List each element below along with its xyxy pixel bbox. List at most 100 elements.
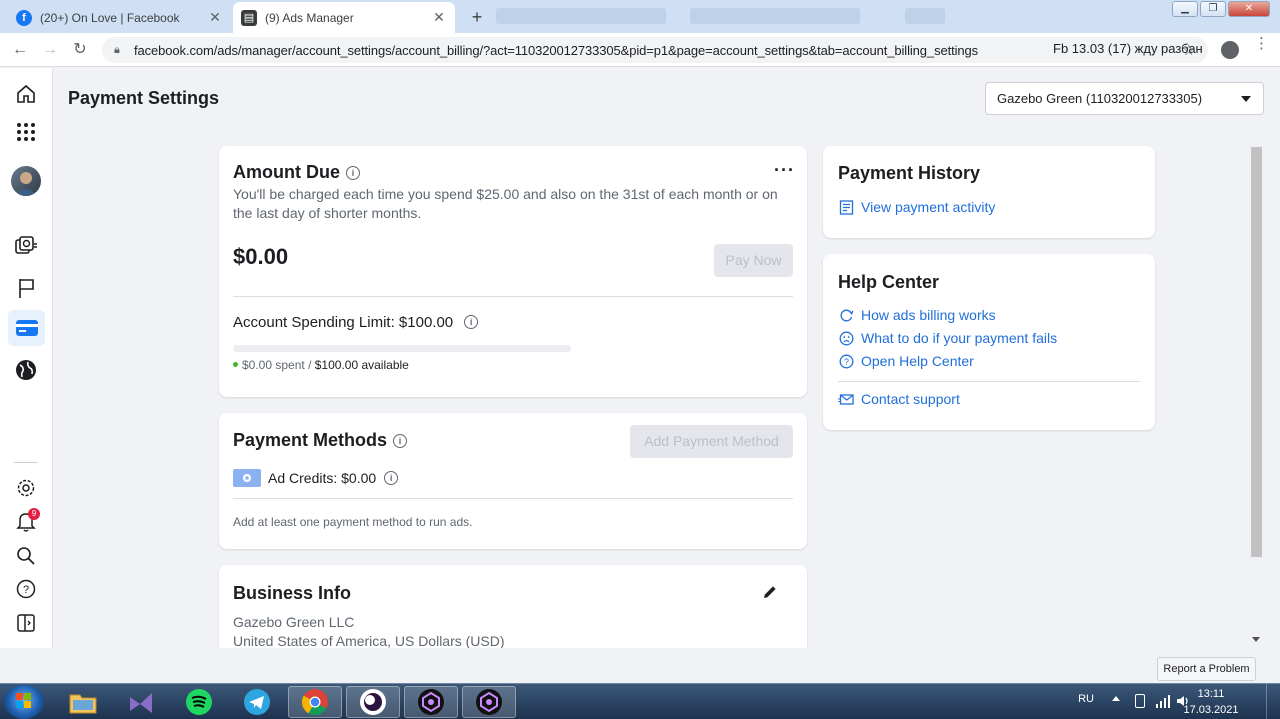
help-link-label: What to do if your payment fails <box>861 330 1058 346</box>
spending-summary: $0.00 spent / $100.00 available <box>233 358 409 372</box>
telegram-icon[interactable] <box>230 686 284 718</box>
help-link-open-help-center[interactable]: ? Open Help Center <box>838 353 974 369</box>
tab-title: (9) Ads Manager <box>265 10 354 25</box>
spent-status-dot <box>233 362 238 367</box>
reload-icon[interactable]: ↻ <box>70 40 90 60</box>
bookmark-label[interactable]: Fb 13.03 (17) жду разбан <box>1053 41 1203 56</box>
url-text: facebook.com/ads/manager/account_setting… <box>134 42 979 58</box>
input-language-indicator[interactable]: RU <box>1078 693 1094 705</box>
edit-pencil-icon[interactable] <box>762 584 778 605</box>
home-icon[interactable] <box>14 82 38 106</box>
browser-tab-strip: f (20+) On Love | Facebook ✕ ▤ (9) Ads M… <box>0 0 1280 33</box>
help-center-title: Help Center <box>838 272 940 292</box>
browser-menu-icon[interactable]: ⋮ <box>1254 36 1269 51</box>
taskbar-clock-time[interactable]: 13:11 <box>1182 688 1240 700</box>
profile-icon[interactable] <box>1221 41 1239 59</box>
amount-due-heading: Amount Due i <box>233 162 360 183</box>
spent-separator: / <box>308 358 312 372</box>
pages-flag-icon[interactable] <box>14 276 38 300</box>
spent-amount: $0.00 spent <box>242 358 305 372</box>
browser-tab-facebook[interactable]: f (20+) On Love | Facebook ✕ <box>8 2 231 33</box>
page-scrollbar[interactable] <box>1249 139 1263 648</box>
rail-divider <box>14 462 38 463</box>
receipt-icon <box>838 199 854 215</box>
notification-count-badge: 9 <box>28 508 40 520</box>
show-desktop-button[interactable] <box>1266 684 1280 719</box>
ads-manager-icon: ▤ <box>241 9 257 26</box>
info-icon[interactable]: i <box>393 434 408 448</box>
help-link-payment-fails[interactable]: What to do if your payment fails <box>838 330 1057 346</box>
help-link-billing-works[interactable]: How ads billing works <box>838 307 996 323</box>
help-icon[interactable]: ? <box>14 577 38 601</box>
view-payment-activity-link[interactable]: View payment activity <box>838 199 995 215</box>
add-payment-method-button[interactable]: Add Payment Method <box>630 425 793 458</box>
view-payment-activity-label: View payment activity <box>861 199 996 215</box>
info-icon[interactable]: i <box>346 166 360 180</box>
background-tab[interactable] <box>690 8 860 24</box>
payment-methods-title: Payment Methods <box>233 430 388 450</box>
apps-grid-icon[interactable] <box>14 120 38 144</box>
svg-text:?: ? <box>23 584 29 596</box>
help-link-label: How ads billing works <box>861 307 996 323</box>
business-location-currency: United States of America, US Dollars (US… <box>233 633 505 649</box>
windows-start-button[interactable] <box>4 685 44 719</box>
avatar[interactable] <box>11 166 41 196</box>
amount-due-title: Amount Due <box>233 162 340 182</box>
chevron-down-icon <box>1241 96 1251 102</box>
background-tab[interactable] <box>905 8 945 24</box>
scroll-down-arrow-icon[interactable] <box>1252 637 1260 642</box>
forward-arrow-icon[interactable]: → <box>40 40 60 60</box>
help-link-label: Open Help Center <box>861 353 974 369</box>
new-tab-button[interactable]: + <box>466 6 488 28</box>
report-a-problem-button[interactable]: Report a Problem <box>1157 657 1256 681</box>
close-tab-icon[interactable]: ✕ <box>207 9 223 26</box>
network-signal-icon[interactable] <box>1156 694 1170 713</box>
more-options-icon[interactable]: ··· <box>774 160 795 181</box>
toggle-panel-icon[interactable] <box>14 611 38 635</box>
facebook-icon: f <box>16 9 32 26</box>
address-bar[interactable]: 🔒︎ facebook.com/ads/manager/account_sett… <box>102 37 1208 63</box>
amount-due-card: Amount Due i ··· You'll be charged each t… <box>219 146 807 397</box>
spending-progress-bar <box>233 345 571 352</box>
business-info-title: Business Info <box>233 583 352 603</box>
globe-icon[interactable] <box>14 358 38 382</box>
anti-detect-browser-icon[interactable] <box>462 686 516 718</box>
spending-limit-label: Account Spending Limit: $100.00 <box>233 314 454 331</box>
divider <box>838 381 1140 382</box>
file-explorer-icon[interactable] <box>56 686 110 718</box>
question-circle-icon: ? <box>838 353 854 369</box>
refresh-cycle-icon <box>838 307 854 323</box>
ad-account-selector[interactable]: Gazebo Green (110320012733305) <box>985 82 1264 115</box>
background-tab[interactable] <box>496 8 666 24</box>
back-arrow-icon[interactable]: ← <box>10 40 30 60</box>
minimize-button[interactable]: ▁ <box>1172 1 1198 17</box>
info-icon[interactable]: i <box>464 315 479 329</box>
sad-face-icon <box>838 330 854 346</box>
search-icon[interactable] <box>14 544 38 568</box>
tray-expand-icon[interactable] <box>1112 696 1120 701</box>
viewport-bottom-edge <box>53 648 1280 683</box>
battery-icon[interactable] <box>1135 694 1145 708</box>
contact-support-link[interactable]: Contact support <box>838 391 960 407</box>
pay-now-button[interactable]: Pay Now <box>714 244 793 277</box>
anti-detect-browser-icon[interactable] <box>404 686 458 718</box>
billing-card-icon[interactable] <box>8 310 45 346</box>
amount-due-description: You'll be charged each time you spend $2… <box>233 186 778 221</box>
viber-icon[interactable] <box>346 686 400 718</box>
ad-credits-label: Ad Credits: $0.00 <box>268 470 377 486</box>
maximize-button[interactable]: ❐ <box>1200 1 1226 17</box>
browser-tab-ads-manager[interactable]: ▤ (9) Ads Manager ✕ <box>233 2 455 33</box>
info-icon[interactable]: i <box>384 471 399 485</box>
taskbar-clock-date[interactable]: 17.03.2021 <box>1182 704 1240 716</box>
campaigns-icon[interactable] <box>14 234 38 258</box>
lock-icon: 🔒︎ <box>114 43 120 56</box>
chrome-icon[interactable] <box>288 686 342 718</box>
scrollbar-thumb[interactable] <box>1251 147 1262 557</box>
visual-studio-icon[interactable] <box>114 686 168 718</box>
settings-gear-icon[interactable] <box>14 476 38 500</box>
ad-credits-row: Ad Credits: $0.00 i <box>233 469 399 487</box>
close-tab-icon[interactable]: ✕ <box>431 9 447 26</box>
close-window-button[interactable]: ✕ <box>1228 1 1270 17</box>
spotify-icon[interactable] <box>172 686 226 718</box>
payment-methods-heading: Payment Methods i <box>233 430 408 451</box>
